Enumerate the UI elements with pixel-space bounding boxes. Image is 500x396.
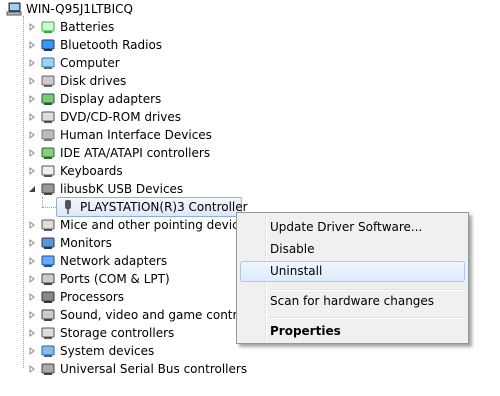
tree-category-dvd-cd-rom-drives[interactable]: DVD/CD-ROM drives [40, 108, 181, 126]
disk-drive-icon [40, 73, 56, 89]
tree-category-storage-controllers[interactable]: Storage controllers [40, 324, 174, 342]
tree-category-label: Batteries [60, 20, 115, 34]
system-device-icon [40, 343, 56, 359]
tree-category-human-interface-devices[interactable]: Human Interface Devices [40, 126, 212, 144]
hid-icon [40, 127, 56, 143]
expand-arrow-icon[interactable] [28, 328, 36, 338]
tree-category-ide-ata-atapi-controllers[interactable]: IDE ATA/ATAPI controllers [40, 144, 210, 162]
tree-category-batteries[interactable]: Batteries [40, 18, 114, 36]
tree-category-mice-and-other-pointing-devices[interactable]: Mice and other pointing devices [40, 216, 252, 234]
tree-category-libusbk-usb-devices[interactable]: libusbK USB Devices [40, 180, 183, 198]
tree-category-label: Storage controllers [60, 326, 175, 340]
menu-separator [268, 317, 465, 319]
tree-category-label: Display adapters [60, 92, 162, 106]
sound-icon [40, 307, 56, 323]
expand-arrow-icon[interactable] [28, 364, 36, 374]
bluetooth-icon [40, 37, 56, 53]
expand-arrow-icon[interactable] [28, 292, 36, 302]
tree-item-label: PLAYSTATION(R)3 Controller [80, 200, 248, 214]
tree-category-label: Human Interface Devices [60, 128, 212, 142]
menu-item-disable[interactable]: Disable [270, 239, 315, 259]
tree-category-label: Disk drives [60, 74, 127, 88]
tree-category-label: Processors [60, 290, 125, 304]
tree-line [42, 197, 43, 207]
menu-item-properties[interactable]: Properties [270, 321, 341, 341]
expand-arrow-icon[interactable] [28, 256, 36, 266]
tree-category-bluetooth-radios[interactable]: Bluetooth Radios [40, 36, 162, 54]
tree-category-label: Bluetooth Radios [60, 38, 163, 52]
tree-category-computer[interactable]: Computer [40, 54, 120, 72]
mouse-icon [40, 217, 56, 233]
tree-category-network-adapters[interactable]: Network adapters [40, 252, 167, 270]
tree-category-label: Keyboards [60, 164, 123, 178]
expand-arrow-icon[interactable] [28, 346, 36, 356]
processor-icon [40, 289, 56, 305]
tree-root-label: WIN-Q95J1LTBICQ [26, 2, 133, 16]
tree-category-label: Computer [60, 56, 120, 70]
menu-item-scan-hardware[interactable]: Scan for hardware changes [270, 291, 434, 311]
tree-category-monitors[interactable]: Monitors [40, 234, 112, 252]
tree-category-label: libusbK USB Devices [60, 182, 184, 196]
usb-plug-icon [60, 199, 76, 215]
expand-arrow-icon[interactable] [28, 148, 36, 158]
display-adapter-icon [40, 91, 56, 107]
expand-arrow-icon[interactable] [28, 76, 36, 86]
tree-category-label: Mice and other pointing devices [60, 218, 253, 232]
tree-category-label: System devices [60, 344, 155, 358]
expand-arrow-icon[interactable] [28, 310, 36, 320]
expand-arrow-icon[interactable] [28, 94, 36, 104]
computer-root-icon [6, 1, 22, 17]
port-icon [40, 271, 56, 287]
tree-category-ports-com-lpt[interactable]: Ports (COM & LPT) [40, 270, 170, 288]
collapse-arrow-icon[interactable] [28, 184, 36, 194]
tree-category-label: Monitors [60, 236, 112, 250]
tree-category-label: Universal Serial Bus controllers [60, 362, 248, 376]
monitor-icon [40, 235, 56, 251]
tree-category-system-devices[interactable]: System devices [40, 342, 154, 360]
network-adapter-icon [40, 253, 56, 269]
tree-category-disk-drives[interactable]: Disk drives [40, 72, 126, 90]
tree-category-label: IDE ATA/ATAPI controllers [60, 146, 211, 160]
ide-controller-icon [40, 145, 56, 161]
tree-category-label: Ports (COM & LPT) [60, 272, 170, 286]
usb-controller-icon [40, 361, 56, 377]
menu-item-uninstall[interactable]: Uninstall [270, 261, 322, 281]
tree-category-label: DVD/CD-ROM drives [60, 110, 182, 124]
storage-controller-icon [40, 325, 56, 341]
expand-arrow-icon[interactable] [28, 220, 36, 230]
expand-arrow-icon[interactable] [28, 274, 36, 284]
expand-arrow-icon[interactable] [28, 166, 36, 176]
dvd-drive-icon [40, 109, 56, 125]
context-menu: Update Driver Software... Disable Uninst… [236, 212, 469, 344]
expand-arrow-icon[interactable] [28, 58, 36, 68]
usb-device-icon [40, 181, 56, 197]
menu-item-update-driver[interactable]: Update Driver Software... [270, 217, 422, 237]
tree-root[interactable]: WIN-Q95J1LTBICQ [6, 0, 133, 18]
tree-category-display-adapters[interactable]: Display adapters [40, 90, 161, 108]
computer-icon [40, 55, 56, 71]
expand-arrow-icon[interactable] [28, 40, 36, 50]
tree-category-universal-serial-bus-controllers[interactable]: Universal Serial Bus controllers [40, 360, 247, 378]
tree-item-playstation3-controller[interactable]: PLAYSTATION(R)3 Controller [60, 198, 248, 216]
expand-arrow-icon[interactable] [28, 112, 36, 122]
battery-icon [40, 19, 56, 35]
expand-arrow-icon[interactable] [28, 22, 36, 32]
tree-line [23, 16, 24, 368]
expand-arrow-icon[interactable] [28, 130, 36, 140]
expand-arrow-icon[interactable] [28, 238, 36, 248]
tree-category-label: Network adapters [60, 254, 168, 268]
tree-category-keyboards[interactable]: Keyboards [40, 162, 123, 180]
tree-line [42, 207, 56, 208]
tree-category-processors[interactable]: Processors [40, 288, 124, 306]
keyboard-icon [40, 163, 56, 179]
